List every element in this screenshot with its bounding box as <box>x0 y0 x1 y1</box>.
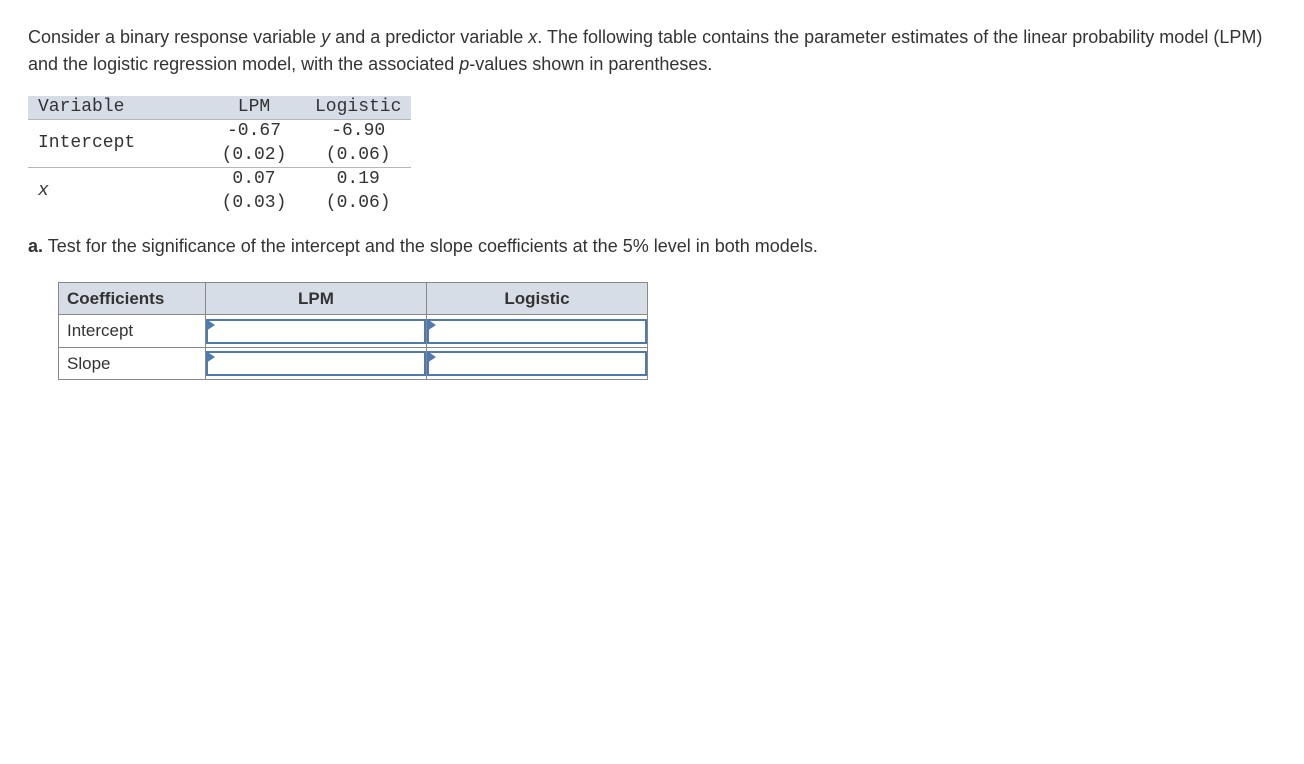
col-header-logistic: Logistic <box>305 96 411 120</box>
dropdown-arrow-icon <box>206 319 215 331</box>
dropdown-slope-lpm[interactable] <box>206 351 426 376</box>
dropdown-arrow-icon <box>427 319 436 331</box>
cell-lpm-x-p: (0.03) <box>203 192 305 215</box>
table-row: Intercept <box>59 315 648 348</box>
col-header-variable: Variable <box>28 96 203 120</box>
cell-lpm-intercept-p: (0.02) <box>203 144 305 168</box>
col-header-lpm: LPM <box>203 96 305 120</box>
dropdown-intercept-lpm[interactable] <box>206 319 426 344</box>
var-y: y <box>321 27 330 47</box>
dropdown-arrow-icon <box>427 351 436 363</box>
dropdown-intercept-logistic[interactable] <box>427 319 647 344</box>
cell-lpm-x-est: 0.07 <box>203 168 305 192</box>
parameter-estimates-table: Variable LPM Logistic Intercept -0.67 -6… <box>28 96 411 215</box>
table-row: Slope <box>59 347 648 380</box>
var-p: p <box>459 54 469 74</box>
part-a-label: a. <box>28 236 43 256</box>
cell-log-intercept-p: (0.06) <box>305 144 411 168</box>
answer-header-logistic: Logistic <box>427 282 648 315</box>
answer-table: Coefficients LPM Logistic Intercept Slop… <box>58 282 648 381</box>
cell-log-intercept-est: -6.90 <box>305 120 411 144</box>
row-label-intercept: Intercept <box>28 120 203 168</box>
answer-row-intercept-label: Intercept <box>59 315 206 348</box>
cell-log-x-est: 0.19 <box>305 168 411 192</box>
question-intro: Consider a binary response variable y an… <box>28 24 1276 78</box>
answer-row-slope-label: Slope <box>59 347 206 380</box>
dropdown-slope-logistic[interactable] <box>427 351 647 376</box>
cell-log-x-p: (0.06) <box>305 192 411 215</box>
dropdown-arrow-icon <box>206 351 215 363</box>
cell-lpm-intercept-est: -0.67 <box>203 120 305 144</box>
var-x: x <box>528 27 537 47</box>
answer-header-lpm: LPM <box>206 282 427 315</box>
answer-header-coefficients: Coefficients <box>59 282 206 315</box>
row-label-x: x <box>28 168 203 215</box>
part-a-text: a. Test for the significance of the inte… <box>28 233 1276 260</box>
